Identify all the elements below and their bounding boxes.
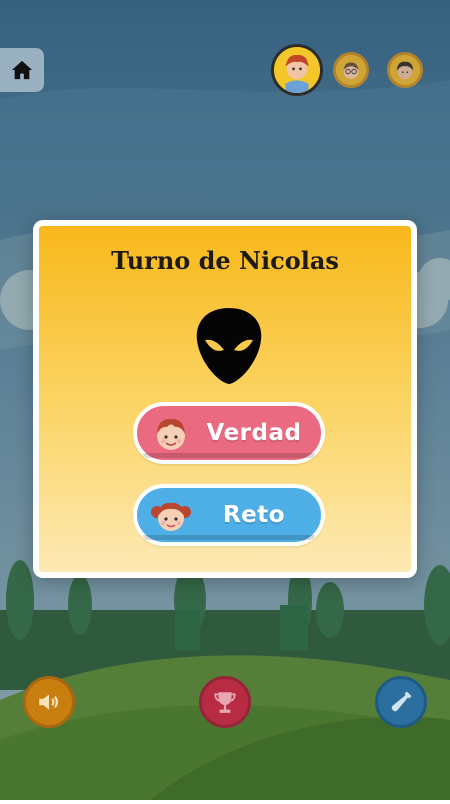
dare-button[interactable]: Reto bbox=[133, 484, 325, 546]
player-avatar[interactable] bbox=[387, 52, 423, 88]
sound-button[interactable] bbox=[23, 676, 75, 728]
speaker-icon bbox=[39, 694, 58, 710]
red-hair-boy-avatar-icon bbox=[274, 47, 320, 93]
boy-face-icon bbox=[157, 418, 185, 450]
player-avatar-active[interactable] bbox=[271, 44, 323, 96]
home-icon bbox=[11, 60, 33, 80]
truth-button-label: Verdad bbox=[206, 420, 302, 446]
glasses-kid-avatar-icon bbox=[336, 55, 366, 85]
dark-hair-boy-avatar-icon bbox=[390, 55, 420, 85]
truth-button[interactable]: Verdad bbox=[133, 402, 325, 464]
alien-icon bbox=[196, 308, 262, 384]
player-avatar[interactable] bbox=[333, 52, 369, 88]
turn-dialog: Turno de Nicolas Verdad Reto bbox=[33, 220, 417, 578]
trophy-icon bbox=[214, 692, 236, 713]
home-button[interactable] bbox=[0, 48, 44, 92]
trophy-button[interactable] bbox=[199, 676, 251, 728]
girl-face-icon bbox=[151, 502, 191, 531]
bottle-button[interactable] bbox=[375, 676, 427, 728]
dare-button-label: Reto bbox=[222, 502, 286, 528]
dialog-title: Turno de Nicolas bbox=[111, 246, 339, 275]
bottle-icon bbox=[391, 691, 412, 712]
dialog-panel: Turno de Nicolas Verdad Reto bbox=[39, 226, 411, 572]
